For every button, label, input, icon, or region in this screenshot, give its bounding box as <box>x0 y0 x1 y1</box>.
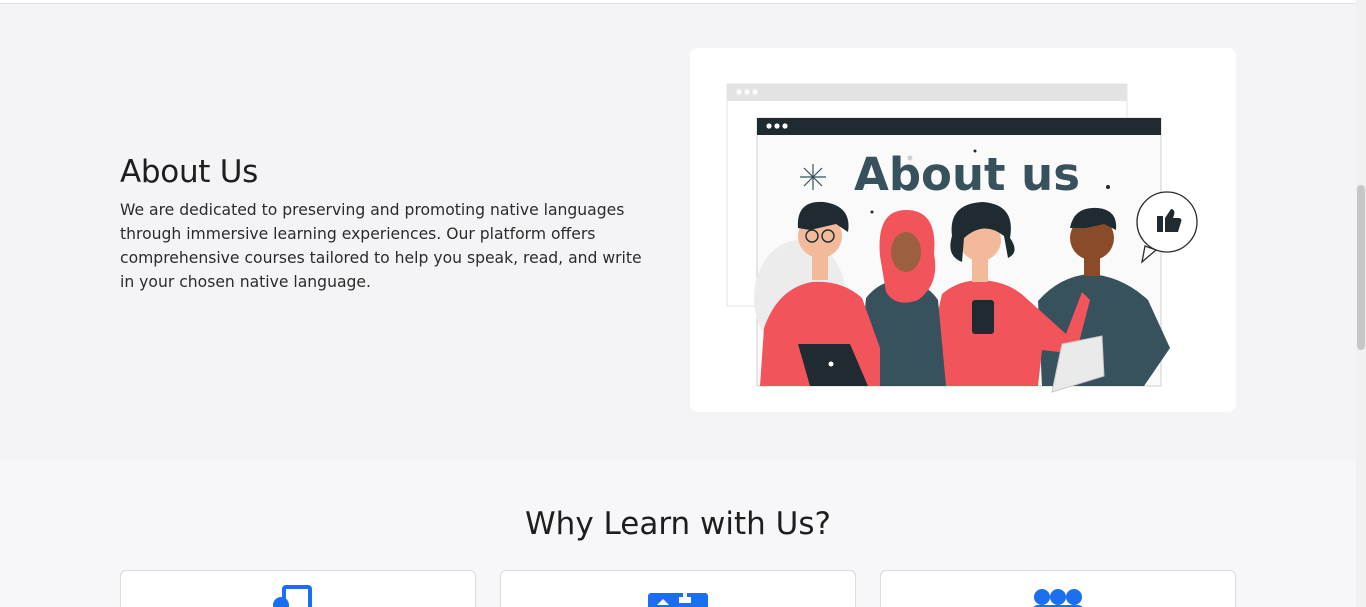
why-title: Why Learn with Us? <box>525 506 831 542</box>
about-illustration: About us <box>690 48 1236 412</box>
scrollbar-thumb[interactable] <box>1357 185 1365 350</box>
about-title: About Us <box>120 154 258 190</box>
feature-card-1[interactable] <box>120 570 476 607</box>
users-group-icon <box>1028 585 1088 607</box>
illustration-art <box>726 83 1198 393</box>
illustration-heading: About us <box>854 148 1080 201</box>
feature-card-3[interactable] <box>880 570 1236 607</box>
about-section: About Us We are dedicated to preserving … <box>0 4 1356 460</box>
feature-card-2[interactable] <box>500 570 856 607</box>
device-screen-icon <box>270 585 326 607</box>
id-card-icon <box>647 585 709 607</box>
why-section: Why Learn with Us? <box>0 460 1356 607</box>
about-description: We are dedicated to preserving and promo… <box>120 201 642 291</box>
page-scrollbar[interactable] <box>1356 0 1366 607</box>
